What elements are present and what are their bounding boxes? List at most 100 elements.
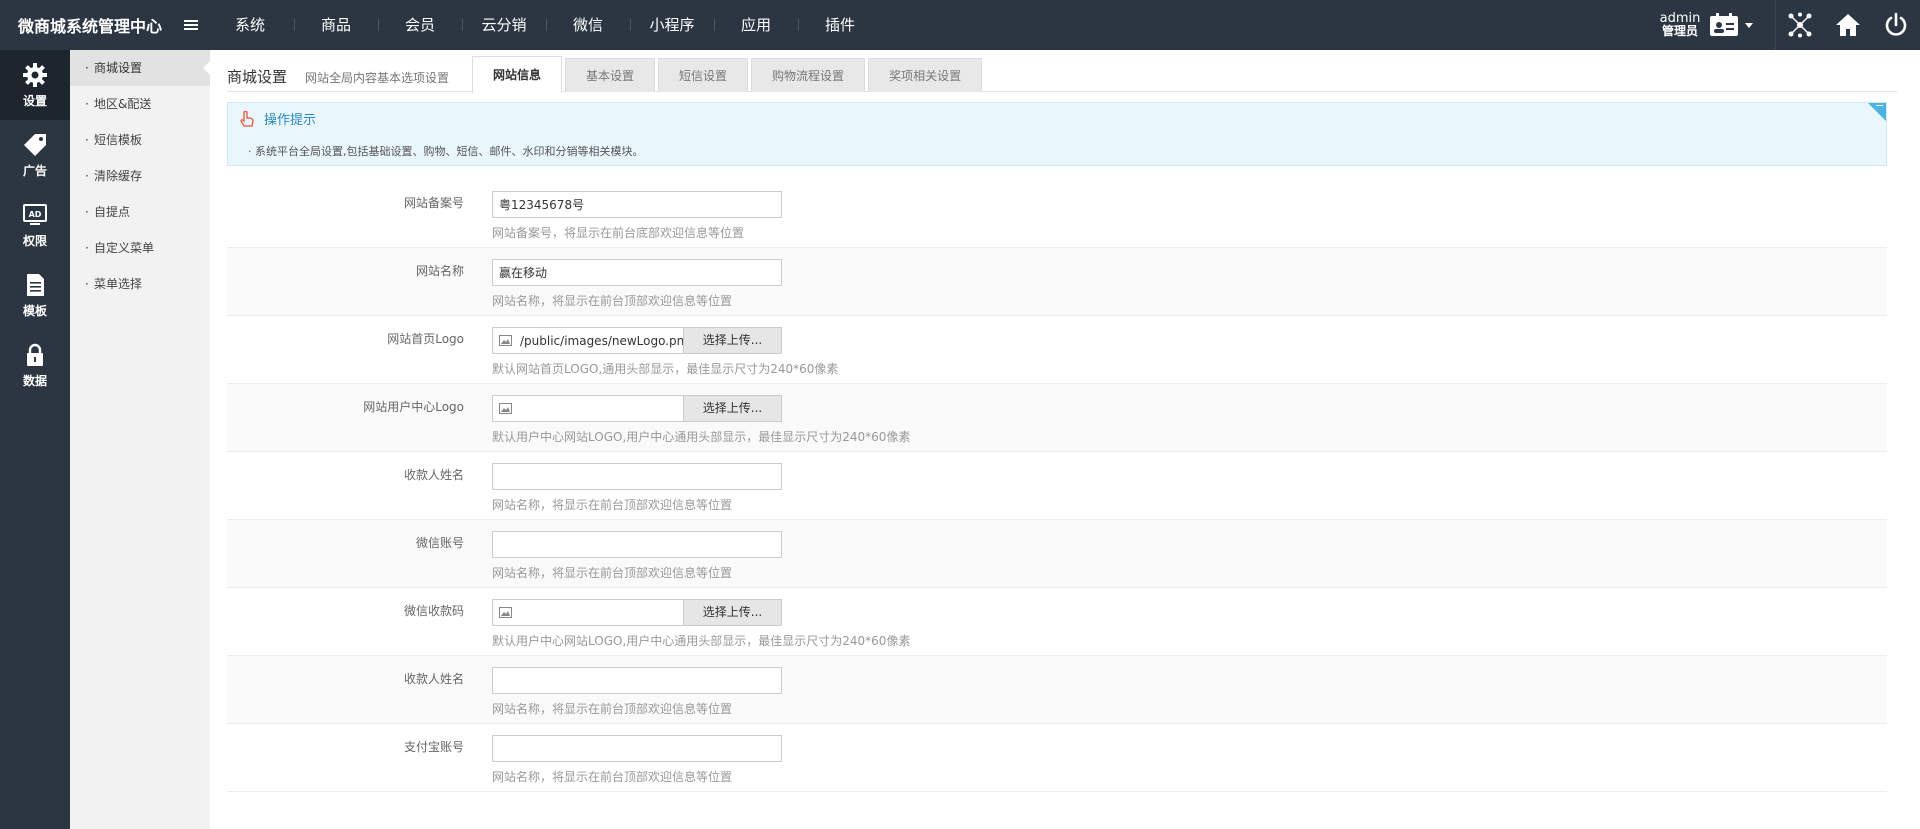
upload-button[interactable]: 选择上传... bbox=[683, 396, 781, 421]
nav-apps[interactable]: 应用 bbox=[714, 0, 798, 50]
iconbar-templates[interactable]: 模板 bbox=[0, 260, 70, 330]
submenu-menu-select[interactable]: 菜单选择 bbox=[70, 266, 210, 302]
field-label: 网站用户中心Logo bbox=[363, 400, 464, 414]
pointer-hand-icon bbox=[240, 110, 254, 127]
wechat-qr-upload: 选择上传... bbox=[492, 599, 782, 626]
field-hint: 默认用户中心网站LOGO,用户中心通用头部显示，最佳显示尺寸为240*60像素 bbox=[492, 634, 911, 648]
form-row-payee-name-2: 收款人姓名 网站名称，将显示在前台顶部欢迎信息等位置 bbox=[227, 656, 1887, 724]
tab-basic-settings[interactable]: 基本设置 bbox=[565, 58, 656, 92]
field-label: 网站名称 bbox=[415, 264, 464, 278]
upload-button[interactable]: 选择上传... bbox=[683, 328, 781, 353]
form-row-logo: 网站首页Logo /public/images/newLogo.png 选择上传… bbox=[227, 316, 1887, 384]
iconbar-data[interactable]: 数据 bbox=[0, 330, 70, 400]
tips-title: 操作提示 bbox=[264, 113, 317, 128]
icp-input[interactable] bbox=[492, 191, 782, 218]
tab-site-info[interactable]: 网站信息 bbox=[472, 56, 563, 93]
form-row-icp: 网站备案号 网站备案号，将显示在前台底部欢迎信息等位置 bbox=[227, 180, 1887, 248]
iconbar-settings[interactable]: 设置 bbox=[0, 50, 70, 120]
nav-cloud-distribution[interactable]: 云分销 bbox=[462, 0, 546, 50]
logo-upload: /public/images/newLogo.png 选择上传... bbox=[492, 327, 782, 354]
top-nav: 系统 商品 会员 云分销 微信 小程序 应用 插件 bbox=[222, 0, 882, 50]
tag-icon bbox=[24, 133, 46, 156]
form-row-site-name: 网站名称 网站名称，将显示在前台顶部欢迎信息等位置 bbox=[227, 248, 1887, 316]
field-label: 微信收款码 bbox=[403, 604, 464, 618]
chevron-down-icon[interactable] bbox=[1745, 22, 1753, 28]
tab-shopping-flow[interactable]: 购物流程设置 bbox=[751, 58, 866, 92]
main-content: 商城设置 网站全局内容基本选项设置 网站信息 基本设置 短信设置 购物流程设置 … bbox=[210, 50, 1920, 829]
upload-button[interactable]: 选择上传... bbox=[683, 600, 781, 625]
wechat-qr-file-display[interactable] bbox=[493, 600, 683, 625]
tab-bar: 网站信息 基本设置 短信设置 购物流程设置 奖项相关设置 bbox=[472, 56, 985, 93]
image-icon bbox=[499, 607, 512, 618]
field-hint: 网站名称，将显示在前台顶部欢迎信息等位置 bbox=[492, 702, 733, 716]
tab-awards-settings[interactable]: 奖项相关设置 bbox=[868, 58, 983, 92]
iconbar-label: 设置 bbox=[22, 93, 47, 108]
nav-member[interactable]: 会员 bbox=[378, 0, 462, 50]
field-label: 微信账号 bbox=[415, 536, 464, 550]
nav-plugins[interactable]: 插件 bbox=[798, 0, 882, 50]
minus-icon bbox=[1876, 105, 1883, 106]
nav-system[interactable]: 系统 bbox=[222, 0, 294, 50]
form-row-alipay-account: 支付宝账号 网站名称，将显示在前台顶部欢迎信息等位置 bbox=[227, 724, 1887, 792]
home-icon[interactable] bbox=[1824, 0, 1872, 50]
page-title: 商城设置 bbox=[227, 68, 288, 86]
ucenter-logo-file-display[interactable] bbox=[493, 396, 683, 421]
tips-text: · 系统平台全局设置,包括基础设置、购物、短信、邮件、水印和分销等相关模块。 bbox=[248, 145, 644, 158]
tab-sms-settings[interactable]: 短信设置 bbox=[658, 58, 749, 92]
brand: 微商城系统管理中心 bbox=[0, 0, 210, 50]
sub-menu: 商城设置 地区&配送 短信模板 清除缓存 自提点 自定义菜单 菜单选择 bbox=[70, 50, 210, 829]
operation-tips: 操作提示 · 系统平台全局设置,包括基础设置、购物、短信、邮件、水印和分销等相关… bbox=[227, 102, 1887, 166]
payee-name-2-input[interactable] bbox=[492, 667, 782, 694]
submenu-sms-templates[interactable]: 短信模板 bbox=[70, 122, 210, 158]
image-icon bbox=[499, 335, 512, 346]
field-hint: 网站备案号，将显示在前台底部欢迎信息等位置 bbox=[492, 226, 745, 240]
page-subtitle: 网站全局内容基本选项设置 bbox=[305, 71, 450, 85]
wechat-account-input[interactable] bbox=[492, 531, 782, 558]
id-card-icon[interactable] bbox=[1709, 13, 1739, 37]
field-label: 收款人姓名 bbox=[403, 672, 464, 686]
user-role: 管理员 bbox=[1661, 24, 1698, 38]
ucenter-logo-upload: 选择上传... bbox=[492, 395, 782, 422]
form-row-ucenter-logo: 网站用户中心Logo 选择上传... 默认用户中心网站LOGO,用户中心通用头部… bbox=[227, 384, 1887, 452]
site-name-input[interactable] bbox=[492, 259, 782, 286]
payee-name-input[interactable] bbox=[492, 463, 782, 490]
field-label: 收款人姓名 bbox=[403, 468, 464, 482]
menu-toggle-icon[interactable] bbox=[184, 20, 198, 32]
svg-text:AD: AD bbox=[29, 210, 42, 219]
icon-sidebar: 设置 广告 AD 权限 模板 数据 bbox=[0, 50, 70, 829]
user-info[interactable]: admin 管理员 bbox=[1659, 12, 1701, 38]
document-icon bbox=[27, 273, 44, 296]
site-info-form: 网站备案号 网站备案号，将显示在前台底部欢迎信息等位置 网站名称 网站名称，将显… bbox=[227, 180, 1887, 792]
title-bar: 商城设置 网站全局内容基本选项设置 网站信息 基本设置 短信设置 购物流程设置 … bbox=[227, 56, 1897, 93]
submenu-custom-menu[interactable]: 自定义菜单 bbox=[70, 230, 210, 266]
field-hint: 默认用户中心网站LOGO,用户中心通用头部显示，最佳显示尺寸为240*60像素 bbox=[492, 430, 911, 444]
field-hint: 网站名称，将显示在前台顶部欢迎信息等位置 bbox=[492, 770, 733, 784]
network-icon[interactable] bbox=[1776, 0, 1824, 50]
form-row-wechat-account: 微信账号 网站名称，将显示在前台顶部欢迎信息等位置 bbox=[227, 520, 1887, 588]
submenu-mall-settings[interactable]: 商城设置 bbox=[70, 50, 210, 86]
nav-goods[interactable]: 商品 bbox=[294, 0, 378, 50]
power-icon[interactable] bbox=[1872, 0, 1920, 50]
field-hint: 默认网站首页LOGO,通用头部显示，最佳显示尺寸为240*60像素 bbox=[492, 362, 839, 376]
submenu-clear-cache[interactable]: 清除缓存 bbox=[70, 158, 210, 194]
nav-wechat[interactable]: 微信 bbox=[546, 0, 630, 50]
iconbar-label: 广告 bbox=[22, 163, 47, 178]
alipay-account-input[interactable] bbox=[492, 735, 782, 762]
field-hint: 网站名称，将显示在前台顶部欢迎信息等位置 bbox=[492, 294, 733, 308]
form-row-payee-name: 收款人姓名 网站名称，将显示在前台顶部欢迎信息等位置 bbox=[227, 452, 1887, 520]
nav-miniprogram[interactable]: 小程序 bbox=[630, 0, 714, 50]
field-label: 支付宝账号 bbox=[403, 740, 464, 754]
field-label: 网站首页Logo bbox=[387, 332, 464, 346]
iconbar-label: 权限 bbox=[22, 233, 47, 248]
field-hint: 网站名称，将显示在前台顶部欢迎信息等位置 bbox=[492, 498, 733, 512]
image-icon bbox=[499, 403, 512, 414]
iconbar-label: 数据 bbox=[22, 373, 47, 388]
gear-icon bbox=[23, 62, 47, 87]
top-right-tools: admin 管理员 bbox=[1659, 0, 1920, 50]
iconbar-permissions[interactable]: AD 权限 bbox=[0, 190, 70, 260]
submenu-region-delivery[interactable]: 地区&配送 bbox=[70, 86, 210, 122]
logo-file-display[interactable]: /public/images/newLogo.png bbox=[493, 328, 683, 353]
iconbar-ads[interactable]: 广告 bbox=[0, 120, 70, 190]
iconbar-label: 模板 bbox=[22, 303, 47, 318]
submenu-pickup-points[interactable]: 自提点 bbox=[70, 194, 210, 230]
